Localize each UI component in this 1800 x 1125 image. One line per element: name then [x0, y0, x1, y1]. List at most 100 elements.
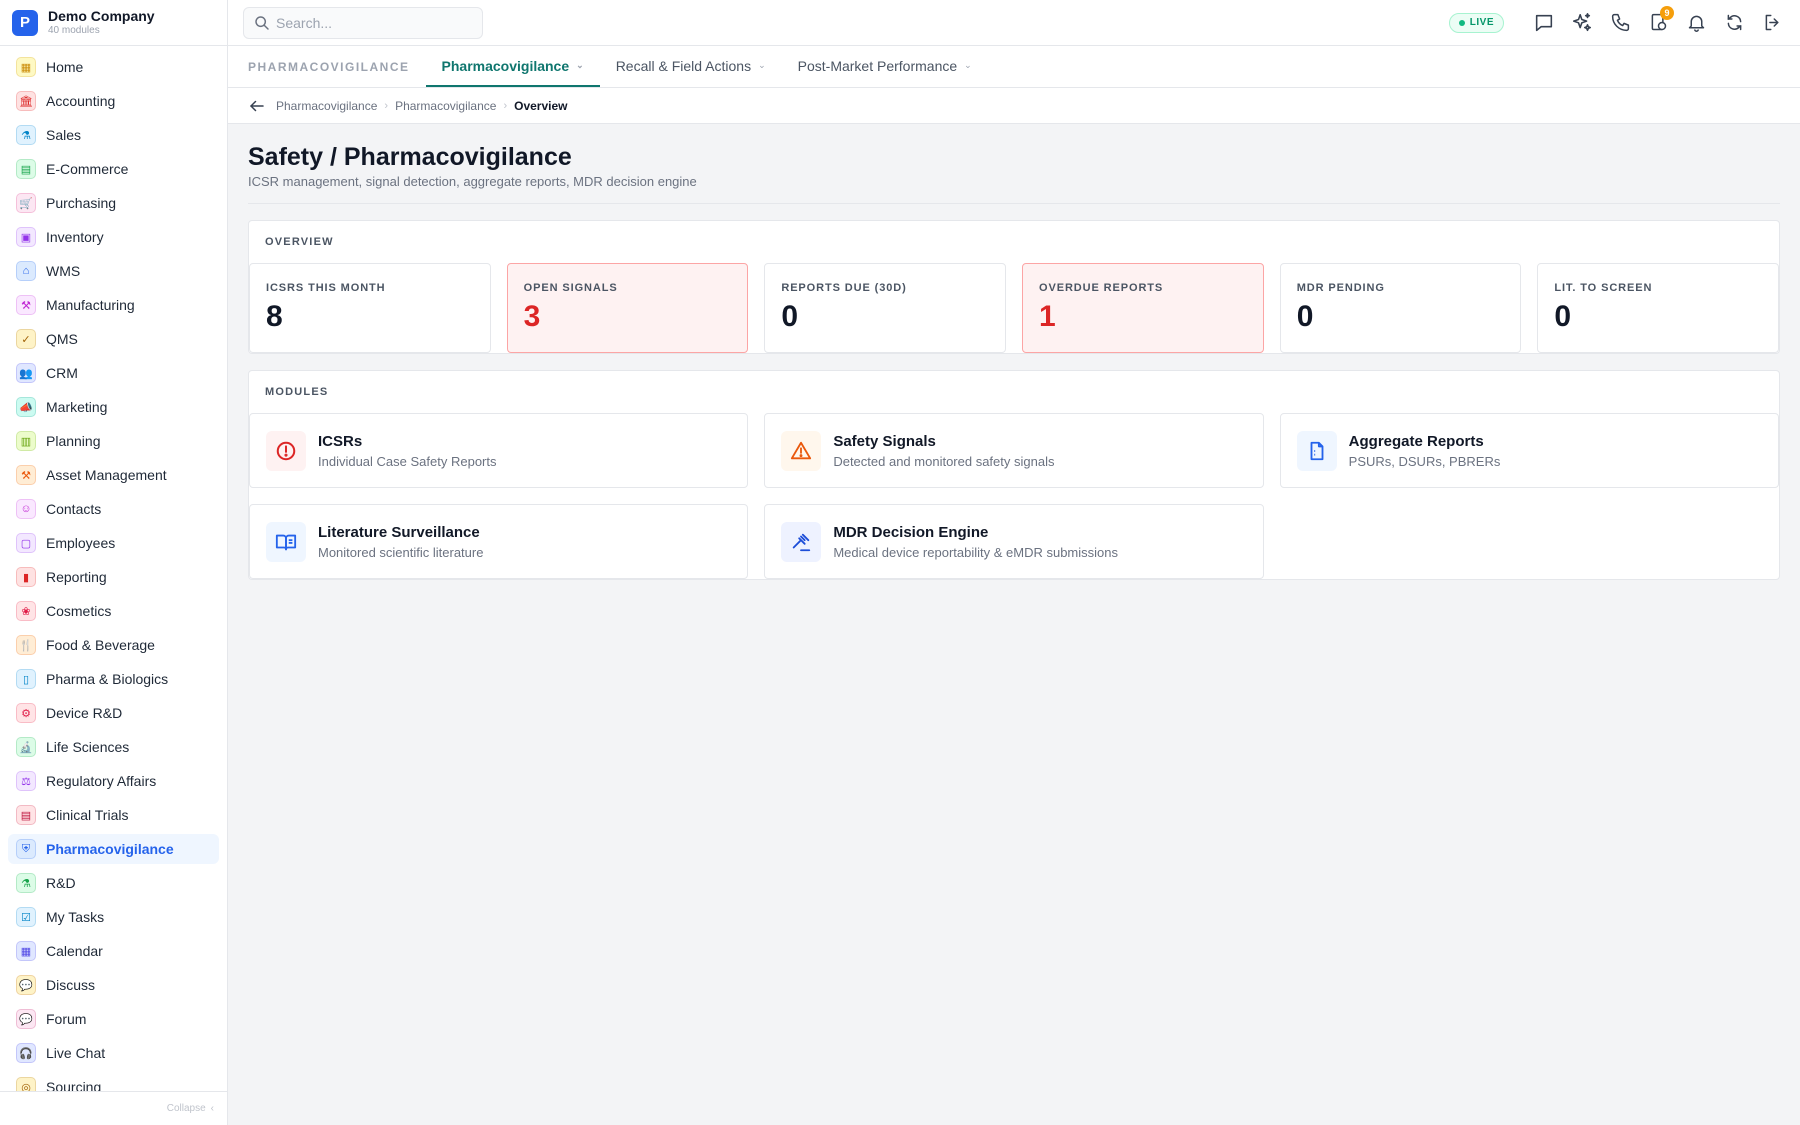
sidebar-item-cosmetics[interactable]: ❀ Cosmetics — [8, 596, 219, 626]
sidebar-item-life-sciences[interactable]: 🔬 Life Sciences — [8, 732, 219, 762]
sidebar-item-marketing[interactable]: 📣 Marketing — [8, 392, 219, 422]
sidebar-item-r-d[interactable]: ⚗ R&D — [8, 868, 219, 898]
notification-count-badge: 9 — [1660, 5, 1674, 20]
phone-icon[interactable] — [1608, 11, 1632, 35]
stat-card[interactable]: OPEN SIGNALS 3 — [506, 263, 749, 353]
stat-label: OVERDUE REPORTS — [1039, 282, 1164, 294]
sidebar-item-accounting[interactable]: 🏛 Accounting — [8, 86, 219, 116]
breadcrumb-link[interactable]: Pharmacovigilance — [395, 99, 496, 113]
sidebar-item-purchasing[interactable]: 🛒 Purchasing — [8, 188, 219, 218]
sidebar-item-pharma-biologics[interactable]: ▯ Pharma & Biologics — [8, 664, 219, 694]
sidebar-item-device-r-d[interactable]: ⚙ Device R&D — [8, 698, 219, 728]
sidebar-item-live-chat[interactable]: 🎧 Live Chat — [8, 1038, 219, 1068]
tab-recall-field-actions[interactable]: Recall & Field Actions ⌄ — [600, 46, 782, 87]
shield-icon: ⛨ — [16, 839, 36, 859]
stats-row: ICSRS THIS MONTH 8 OPEN SIGNALS 3 REPORTS DU… — [249, 263, 1780, 353]
sidebar-item-label: Purchasing — [46, 195, 117, 211]
module-card-icsrs[interactable]: ICSRs Individual Case Safety Reports — [249, 413, 749, 488]
search-box[interactable] — [243, 6, 483, 39]
sidebar-item-employees[interactable]: ▢ Employees — [8, 528, 219, 558]
sidebar-item-e-commerce[interactable]: ▤ E-Commerce — [8, 154, 219, 184]
stat-card[interactable]: LIT. TO SCREEN 0 — [1537, 263, 1780, 353]
sidebar-item-label: Calendar — [46, 943, 103, 959]
module-tabbar: PHARMACOVIGILANCE Pharmacovigilance ⌄ Re… — [228, 46, 1800, 88]
sidebar-item-clinical-trials[interactable]: ▤ Clinical Trials — [8, 800, 219, 830]
breadcrumb-link[interactable]: Pharmacovigilance — [276, 99, 377, 113]
sidebar-item-sourcing[interactable]: ◎ Sourcing — [8, 1072, 219, 1091]
sidebar-nav: ▦ Home 🏛 Accounting ⚗ Sales ▤ E-Commerce 🛒 Purcha… — [0, 46, 227, 1091]
sidebar-item-label: Clinical Trials — [46, 807, 129, 823]
sidebar-item-food-beverage[interactable]: 🍴 Food & Beverage — [8, 630, 219, 660]
gavel-icon — [781, 521, 822, 562]
sidebar-item-label: Live Chat — [46, 1045, 106, 1061]
sidebar-item-label: Asset Management — [46, 467, 167, 483]
module-card-literature-surveillance[interactable]: Literature Surveillance Monitored scienti… — [249, 504, 749, 579]
headset-icon: 🎧 — [16, 1043, 36, 1063]
main-content: Safety / Pharmacovigilance ICSR manageme… — [248, 124, 1780, 580]
sidebar-item-label: WMS — [46, 263, 81, 279]
sync-icon[interactable] — [1722, 11, 1746, 35]
module-description: Medical device reportability & eMDR subm… — [833, 544, 1118, 560]
divider — [248, 203, 1780, 204]
box-icon: ▣ — [16, 227, 36, 247]
collapse-button[interactable]: Collapse ‹ — [0, 1091, 227, 1125]
sidebar-item-planning[interactable]: ▥ Planning — [8, 426, 219, 456]
sidebar-item-pharmacovigilance[interactable]: ⛨ Pharmacovigilance — [8, 834, 219, 864]
sidebar-item-my-tasks[interactable]: ☑ My Tasks — [8, 902, 219, 932]
sidebar-item-reporting[interactable]: ▮ Reporting — [8, 562, 219, 592]
sidebar-item-manufacturing[interactable]: ⚒ Manufacturing — [8, 290, 219, 320]
stat-value: 0 — [1554, 300, 1572, 333]
flask-icon: ⚗ — [16, 125, 36, 145]
alert-circle-icon — [266, 430, 306, 471]
company-logo: P — [12, 9, 38, 36]
sidebar-item-label: Device R&D — [46, 705, 123, 721]
sidebar-item-discuss[interactable]: 💬 Discuss — [8, 970, 219, 1000]
stat-card[interactable]: ICSRS THIS MONTH 8 — [249, 263, 491, 353]
sidebar-item-regulatory-affairs[interactable]: ⚖ Regulatory Affairs — [8, 766, 219, 796]
sidebar-item-crm[interactable]: 👥 CRM — [8, 358, 219, 388]
checklist-icon: ☑ — [16, 907, 36, 927]
sidebar-item-wms[interactable]: ⌂ WMS — [8, 256, 219, 286]
modules-title: MODULES — [265, 386, 329, 398]
overview-panel: OVERVIEW ICSRS THIS MONTH 8 OPEN SIGNALS 3 R… — [248, 220, 1780, 354]
sidebar-item-asset-management[interactable]: ⚒ Asset Management — [8, 460, 219, 490]
module-description: Detected and monitored safety signals — [833, 453, 1055, 469]
sidebar-item-label: Sourcing — [46, 1079, 102, 1091]
collapse-label: Collapse — [166, 1103, 206, 1114]
sidebar-item-label: Accounting — [46, 93, 116, 109]
cart-icon: 🛒 — [16, 193, 36, 213]
module-card-mdr-decision-engine[interactable]: MDR Decision Engine Medical device report… — [764, 504, 1264, 579]
megaphone-icon: 📣 — [16, 397, 36, 417]
sidebar-item-contacts[interactable]: ☺ Contacts — [8, 494, 219, 524]
module-card-safety-signals[interactable]: Safety Signals Detected and monitored saf… — [764, 413, 1264, 488]
back-arrow-icon[interactable] — [248, 96, 268, 116]
stat-card[interactable]: REPORTS DUE (30D) 0 — [764, 263, 1007, 353]
sidebar-item-sales[interactable]: ⚗ Sales — [8, 120, 219, 150]
sidebar-item-calendar[interactable]: ▦ Calendar — [8, 936, 219, 966]
module-card-aggregate-reports[interactable]: Aggregate Reports PSURs, DSURs, PBRERs — [1279, 413, 1779, 488]
stat-value: 1 — [1039, 300, 1056, 333]
approvals-icon[interactable]: 9 — [1646, 5, 1674, 35]
messages-icon[interactable] — [1532, 11, 1556, 35]
sidebar-item-label: Manufacturing — [46, 297, 135, 313]
sidebar-item-label: Discuss — [46, 977, 96, 993]
sidebar-item-forum[interactable]: 💬 Forum — [8, 1004, 219, 1034]
stat-card[interactable]: MDR PENDING 0 — [1279, 263, 1522, 353]
grid-icon: ▦ — [16, 57, 36, 77]
brand[interactable]: P Demo Company 40 modules — [0, 0, 227, 46]
stat-card[interactable]: OVERDUE REPORTS 1 — [1022, 263, 1264, 353]
bell-icon[interactable] — [1684, 11, 1708, 35]
search-input[interactable] — [276, 14, 466, 31]
tab-pharmacovigilance[interactable]: Pharmacovigilance ⌄ — [425, 46, 600, 87]
ai-sparkles-icon[interactable] — [1570, 11, 1594, 35]
tab-section-label: PHARMACOVIGILANCE — [248, 59, 410, 74]
warning-triangle-icon — [781, 430, 822, 471]
logout-icon[interactable] — [1760, 11, 1784, 35]
sidebar-item-qms[interactable]: ✓ QMS — [8, 324, 219, 354]
sidebar-item-label: Food & Beverage — [46, 637, 155, 653]
stat-value: 8 — [266, 300, 283, 333]
sidebar-item-home[interactable]: ▦ Home — [8, 52, 219, 82]
book-open-icon — [266, 521, 306, 562]
tab-post-market-performance[interactable]: Post-Market Performance ⌄ — [782, 46, 988, 87]
sidebar-item-inventory[interactable]: ▣ Inventory — [8, 222, 219, 252]
